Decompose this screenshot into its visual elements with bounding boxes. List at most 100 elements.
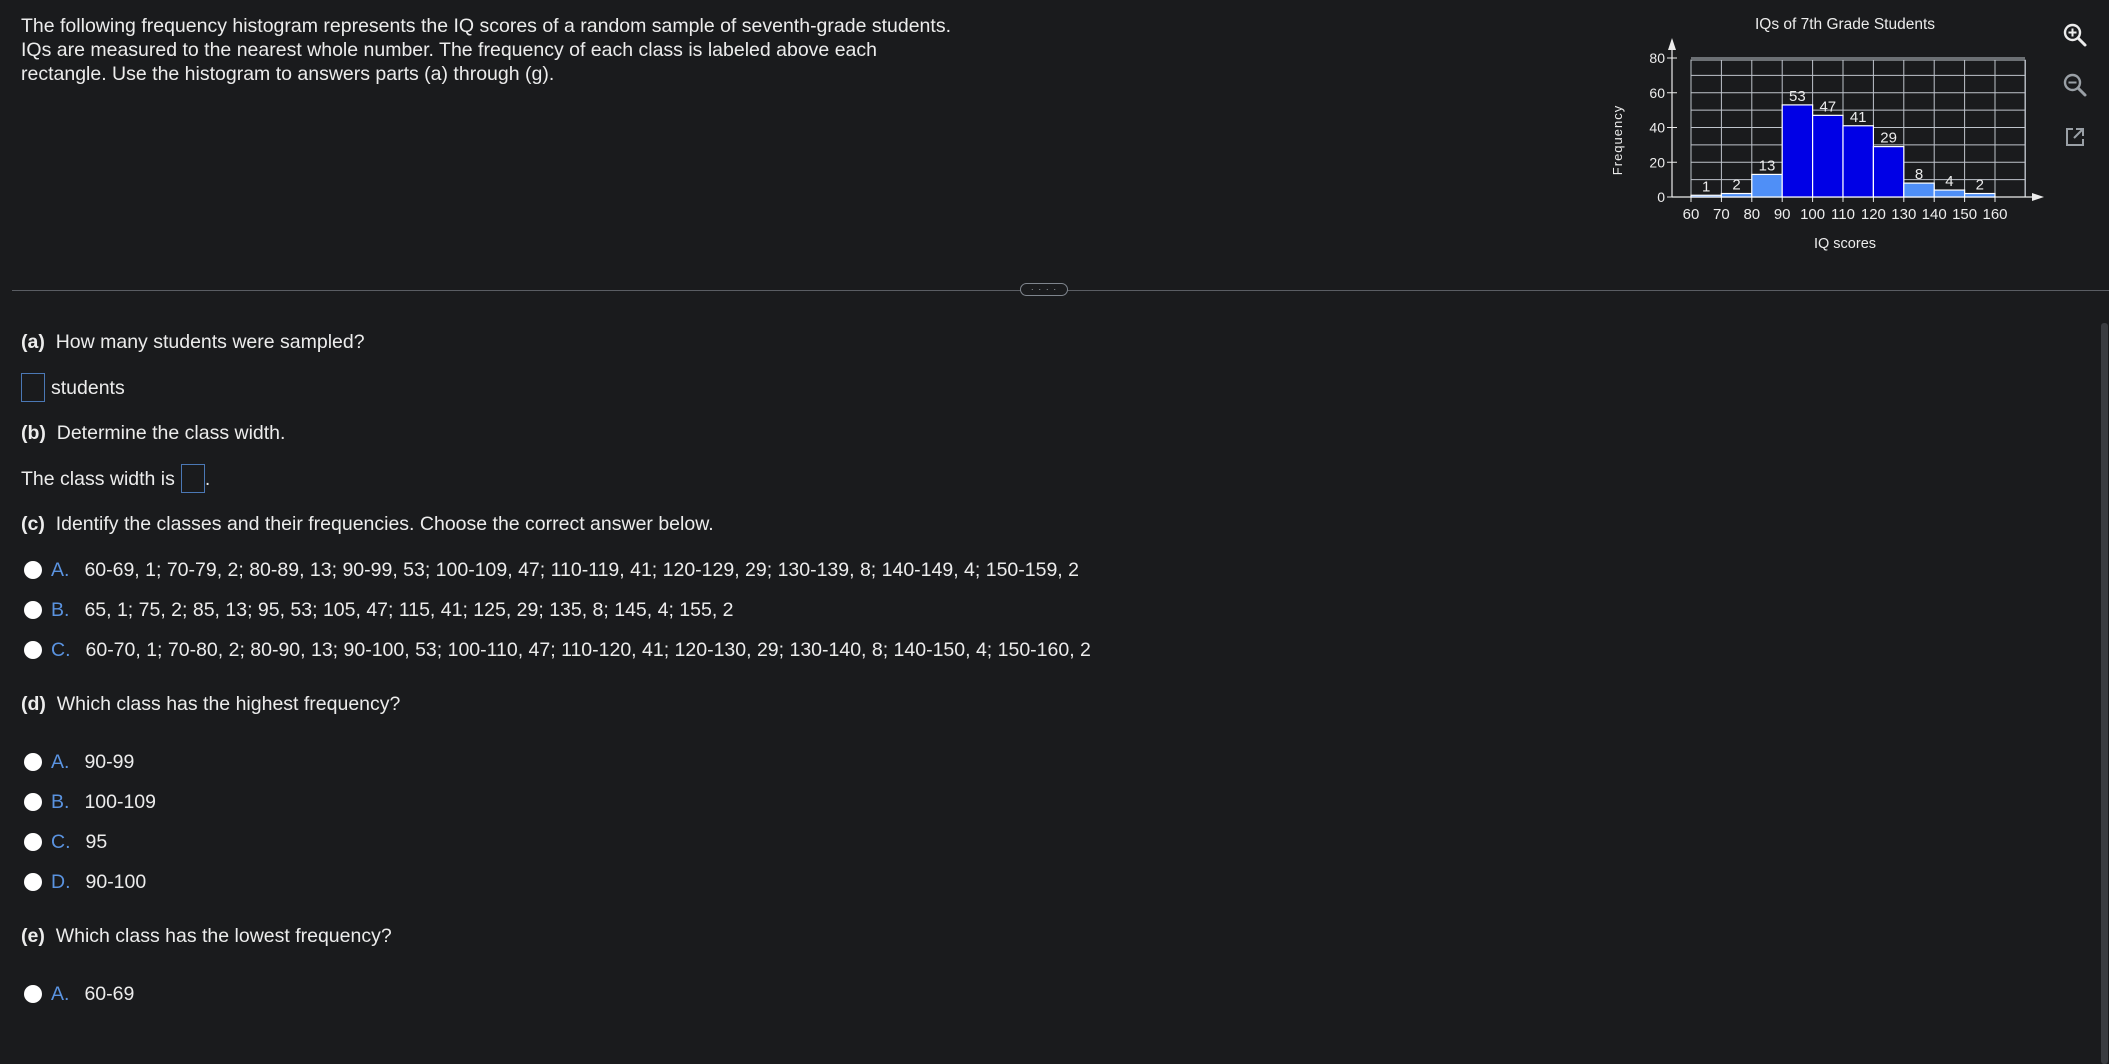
radio-button[interactable] (24, 753, 42, 771)
part-a-question: (a) How many students were sampled? (21, 330, 1221, 354)
zoom-in-icon (2063, 23, 2087, 47)
part-a-text: How many students were sampled? (55, 331, 365, 353)
part-d-question: (d) Which class has the highest frequenc… (21, 692, 1221, 716)
divider-handle-dots: · · · · (1030, 284, 1058, 294)
part-c-question: (c) Identify the classes and their frequ… (21, 512, 1221, 536)
y-axis-label: Frequency (1610, 105, 1625, 175)
page: The following frequency histogram repres… (0, 0, 2109, 1064)
part-e-text: Which class has the lowest frequency? (55, 925, 392, 947)
option-text: 100-109 (84, 791, 157, 813)
part-d-text: Which class has the highest frequency? (56, 693, 401, 715)
class-width-suffix: . (204, 467, 211, 490)
option-text: 90-100 (85, 871, 147, 893)
radio-button[interactable] (24, 601, 42, 619)
x-axis-label: IQ scores (1814, 236, 1876, 252)
histogram-bar (1690, 194, 1722, 198)
option-letter: C. (51, 639, 71, 661)
option-letter: B. (51, 791, 70, 813)
option-text: 60-69, 1; 70-79, 2; 80-89, 13; 90-99, 53… (84, 559, 1079, 581)
x-tick-label: 130 (1891, 206, 1916, 223)
x-tick-label: 90 (1774, 206, 1791, 223)
x-tick-label: 70 (1713, 206, 1730, 223)
bar-value-label: 2 (1976, 177, 1984, 194)
students-input[interactable] (21, 373, 45, 402)
bar-value-label: 1 (1702, 178, 1710, 195)
histogram-bar (1781, 104, 1814, 198)
part-a-answer: students (21, 373, 1221, 402)
option-letter: C. (51, 831, 71, 853)
histogram-figure: IQs of 7th Grade Students Frequency IQ s… (1600, 10, 2050, 255)
part-b-tag: (b) (21, 422, 46, 444)
x-tick-label: 80 (1743, 206, 1760, 223)
y-tick-label: 40 (1649, 120, 1665, 136)
bar-value-label: 47 (1819, 98, 1836, 115)
vertical-scrollbar[interactable] (2101, 323, 2108, 1064)
part-d-option-c[interactable]: C. 95 (21, 830, 1221, 854)
part-c-option-b[interactable]: B. 65, 1; 75, 2; 85, 13; 95, 53; 105, 47… (21, 598, 1221, 622)
zoom-out-button[interactable] (2060, 70, 2090, 100)
option-letter: A. (51, 751, 70, 773)
radio-button[interactable] (24, 793, 42, 811)
part-c-option-a[interactable]: A. 60-69, 1; 70-79, 2; 80-89, 13; 90-99,… (21, 558, 1221, 582)
histogram-chart: IQs of 7th Grade Students Frequency IQ s… (1610, 16, 2044, 252)
option-letter: A. (51, 983, 70, 1005)
radio-button[interactable] (24, 985, 42, 1003)
histogram-bar (1872, 146, 1905, 198)
students-unit: students (51, 376, 125, 399)
x-tick-label: 100 (1800, 206, 1825, 223)
radio-button[interactable] (24, 833, 42, 851)
bar-value-label: 8 (1915, 166, 1923, 183)
histogram-bar (1720, 192, 1753, 198)
option-text: 60-70, 1; 70-80, 2; 80-90, 13; 90-100, 5… (85, 639, 1091, 661)
part-b-question: (b) Determine the class width. (21, 421, 1221, 445)
zoom-out-icon (2063, 73, 2087, 97)
radio-button[interactable] (24, 873, 42, 891)
histogram-bar (1933, 189, 1966, 198)
class-width-input[interactable] (180, 464, 205, 493)
chart-title: IQs of 7th Grade Students (1755, 16, 1935, 33)
x-tick-label: 140 (1922, 206, 1947, 223)
part-e-tag: (e) (21, 925, 45, 947)
problem-statement: The following frequency histogram repres… (21, 14, 1011, 86)
part-d-option-b[interactable]: B. 100-109 (21, 790, 1221, 814)
histogram-bar (1842, 125, 1874, 198)
option-letter: A. (51, 559, 70, 581)
part-c-text: Identify the classes and their frequenci… (55, 513, 714, 535)
histogram-bar (1964, 192, 1996, 198)
class-width-prefix: The class width is (21, 467, 175, 490)
part-b-text: Determine the class width. (56, 422, 286, 444)
histogram-bar (1812, 114, 1844, 198)
bar-value-label: 29 (1880, 130, 1897, 147)
y-axis-arrow-icon (1668, 38, 1676, 50)
bar-value-label: 4 (1945, 173, 1953, 190)
y-tick-label: 0 (1657, 189, 1665, 205)
part-d-tag: (d) (21, 693, 46, 715)
part-a-tag: (a) (21, 331, 45, 353)
bar-value-label: 2 (1732, 177, 1740, 194)
option-text: 90-99 (84, 751, 135, 773)
bar-value-label: 41 (1850, 109, 1867, 126)
radio-button[interactable] (24, 561, 42, 579)
x-tick-label: 60 (1683, 206, 1700, 223)
x-tick-label: 120 (1861, 206, 1886, 223)
part-c-option-c[interactable]: C. 60-70, 1; 70-80, 2; 80-90, 13; 90-100… (21, 638, 1221, 662)
x-axis-arrow-icon (2032, 193, 2044, 201)
x-tick-label: 150 (1952, 206, 1977, 223)
option-letter: D. (51, 871, 71, 893)
part-d-option-a[interactable]: A. 90-99 (21, 750, 1221, 774)
option-text: 95 (85, 831, 108, 853)
bar-value-label: 53 (1789, 88, 1806, 105)
histogram-bar (1903, 182, 1935, 198)
part-e-option-a[interactable]: A. 60-69 (21, 982, 1221, 1006)
zoom-in-button[interactable] (2060, 20, 2090, 50)
part-d-option-d[interactable]: D. 90-100 (21, 870, 1221, 894)
x-tick-label: 160 (1982, 206, 2007, 223)
option-text: 60-69 (84, 983, 135, 1005)
divider-handle[interactable]: · · · · (1020, 283, 1068, 296)
popout-button[interactable] (2060, 122, 2090, 152)
radio-button[interactable] (24, 641, 42, 659)
intro-line-2: IQs are measured to the nearest whole nu… (21, 39, 877, 61)
histogram-bar (1751, 173, 1783, 198)
question-parts: (a) How many students were sampled? stud… (21, 330, 1221, 1006)
option-letter: B. (51, 599, 70, 621)
